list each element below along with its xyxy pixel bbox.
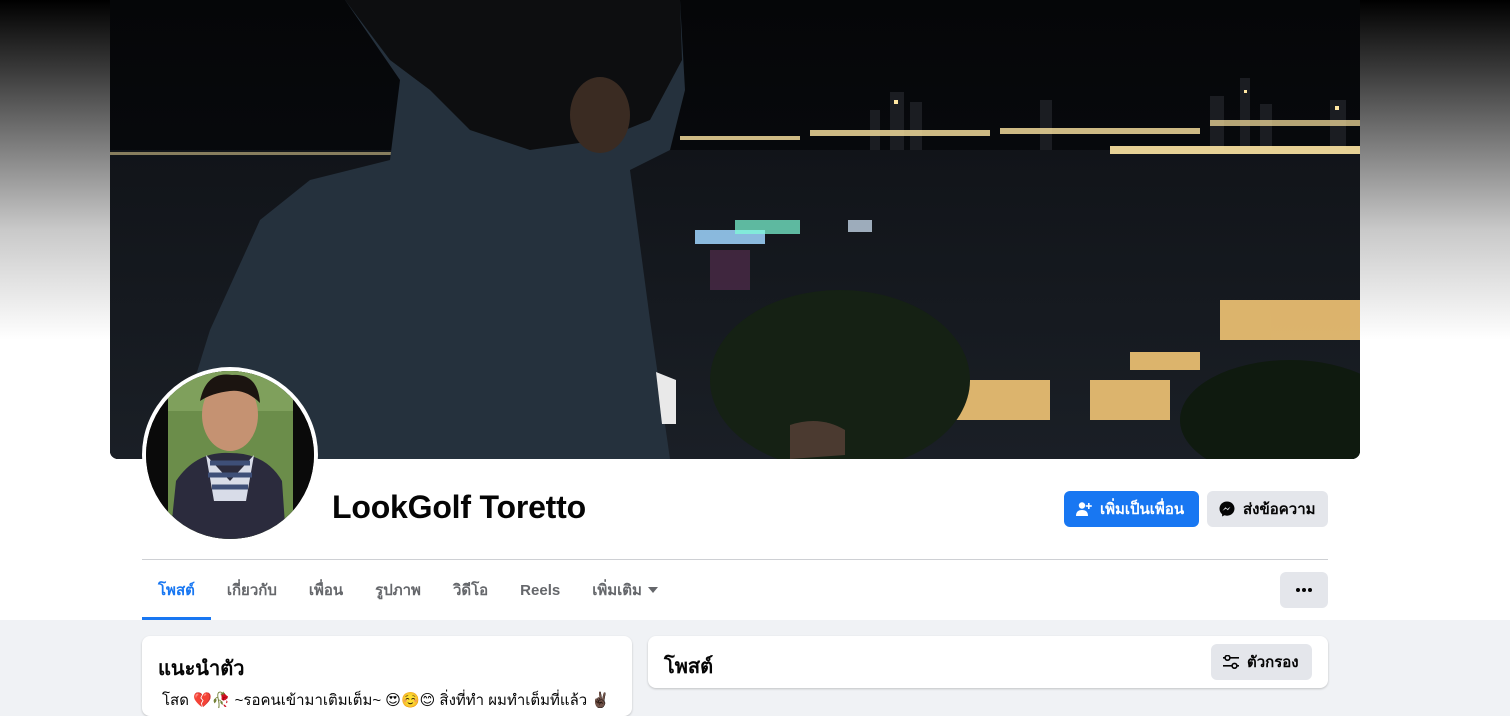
posts-title: โพสต์ — [664, 656, 714, 678]
tab-friends[interactable]: เพื่อน — [293, 560, 359, 620]
cover-photo-image — [110, 0, 1360, 459]
tab-label: เพิ่มเติม — [592, 582, 642, 599]
cover-photo[interactable] — [110, 0, 1360, 459]
person-plus-icon — [1076, 502, 1092, 516]
tab-label: รูปภาพ — [375, 582, 421, 599]
ellipsis-icon — [1296, 588, 1312, 592]
profile-picture-image — [146, 371, 314, 539]
tab-label: วิดีโอ — [452, 582, 489, 599]
messenger-icon — [1219, 501, 1235, 517]
tab-label: เกี่ยวกับ — [226, 582, 277, 599]
filter-button[interactable]: ตัวกรอง — [1211, 644, 1312, 680]
tab-posts[interactable]: โพสต์ — [142, 560, 211, 620]
intro-card: แนะนำตัว โสด 💔🥀 ~รอคนเข้ามาเติมเต็ม~ 😍☺️… — [142, 636, 632, 716]
add-friend-button[interactable]: เพิ่มเป็นเพื่อน — [1064, 491, 1199, 527]
tab-label: เพื่อน — [308, 582, 344, 599]
intro-title: แนะนำตัว — [158, 658, 245, 680]
profile-name: LookGolf Toretto — [332, 489, 586, 525]
profile-picture[interactable] — [142, 367, 318, 543]
tab-label: Reels — [520, 581, 561, 599]
tab-reels[interactable]: Reels — [504, 560, 576, 620]
sliders-icon — [1223, 655, 1239, 669]
intro-bio: โสด 💔🥀 ~รอคนเข้ามาเติมเต็ม~ 😍☺️😊 สิ่งที่… — [162, 692, 611, 709]
posts-header-card: โพสต์ ตัวกรอง — [648, 636, 1328, 688]
filter-label: ตัวกรอง — [1247, 654, 1299, 671]
tab-videos[interactable]: วิดีโอ — [437, 560, 504, 620]
add-friend-label: เพิ่มเป็นเพื่อน — [1100, 501, 1185, 518]
profile-tabs: โพสต์ เกี่ยวกับ เพื่อน รูปภาพ วิดีโอ Ree… — [142, 560, 674, 620]
tab-photos[interactable]: รูปภาพ — [359, 560, 437, 620]
caret-down-icon — [647, 587, 658, 593]
tab-label: โพสต์ — [158, 582, 195, 599]
send-message-label: ส่งข้อความ — [1243, 501, 1316, 518]
send-message-button[interactable]: ส่งข้อความ — [1207, 491, 1328, 527]
tab-more[interactable]: เพิ่มเติม — [576, 560, 674, 620]
tab-about[interactable]: เกี่ยวกับ — [211, 560, 293, 620]
more-options-button[interactable] — [1280, 572, 1328, 608]
